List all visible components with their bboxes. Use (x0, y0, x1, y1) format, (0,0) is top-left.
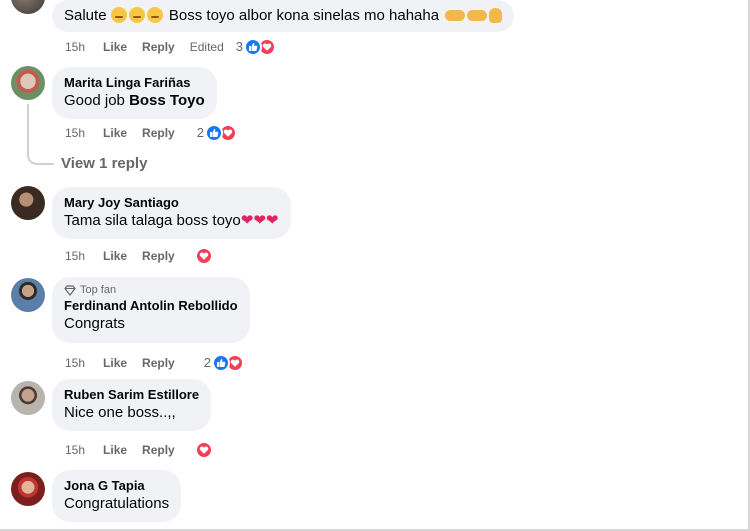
comment-actions: 15h Like Reply Edited 3 (65, 38, 276, 56)
top-fan-badge: Top fan (64, 283, 238, 297)
like-button[interactable]: Like (103, 355, 127, 371)
timestamp[interactable]: 15h (65, 442, 85, 458)
reaction-count: 2 (203, 355, 211, 370)
comment-bubble: Mary Joy Santiago Tama sila talaga boss … (52, 187, 291, 239)
timestamp[interactable]: 15h (65, 355, 85, 371)
comment-actions: 15h Like Reply 2 (65, 124, 237, 142)
timestamp[interactable]: 15h (65, 125, 85, 141)
reaction-count: 3 (235, 39, 243, 54)
avatar[interactable] (11, 278, 45, 312)
avatar[interactable] (11, 186, 45, 220)
comment-bubble: Ruben Sarim Estillore Nice one boss..,, (52, 379, 212, 431)
comment-text: Congratulations (64, 495, 170, 512)
like-reaction-icon (244, 38, 262, 56)
like-reaction-icon (211, 354, 230, 372)
comment-bubble: Salute Boss toyo albor kona sinelas mo h… (52, 0, 515, 32)
comment-author[interactable]: Marita Linga Fariñas (64, 74, 205, 91)
like-reaction-icon (204, 124, 223, 142)
salute-emoji-icon (110, 7, 127, 23)
comment-author[interactable]: Ruben Sarim Estillore (64, 386, 199, 403)
avatar[interactable] (11, 66, 45, 100)
thread-line (27, 138, 54, 165)
comment-bubble: Jona G Tapia Congratulations (52, 470, 182, 522)
comment-author[interactable]: Ferdinand Antolin Rebollido (64, 297, 238, 314)
pointing-hand-emoji-icon (445, 10, 466, 21)
red-heart-emoji-icon: ❤ (253, 212, 266, 229)
timestamp[interactable]: 15h (65, 248, 85, 264)
avatar[interactable] (11, 0, 45, 14)
mention-link[interactable]: Boss Toyo (129, 92, 205, 109)
diamond-icon (64, 284, 76, 296)
comment-text: Tama sila talaga boss toyo❤❤❤ (64, 212, 279, 229)
reply-button[interactable]: Reply (142, 39, 175, 55)
comment-author[interactable]: Jona G Tapia (64, 477, 169, 494)
ok-hand-emoji-icon (489, 8, 503, 23)
comment-text: Salute Boss toyo albor kona sinelas mo h… (64, 6, 503, 26)
view-replies-link[interactable]: View 1 reply (61, 155, 147, 172)
timestamp[interactable]: 15h (65, 39, 85, 55)
comment-text: Nice one boss..,, (64, 404, 176, 421)
reaction-summary[interactable]: 2 (197, 124, 237, 142)
reaction-summary[interactable]: 2 (204, 354, 244, 372)
reaction-count: 2 (196, 125, 204, 140)
comment-bubble: Top fan Ferdinand Antolin Rebollido Cong… (52, 277, 250, 343)
avatar[interactable] (11, 381, 45, 415)
reaction-summary[interactable]: 3 (236, 38, 276, 56)
reply-button[interactable]: Reply (142, 125, 175, 141)
comment-text: Good job Boss Toyo (64, 92, 205, 109)
red-heart-emoji-icon: ❤ (240, 212, 254, 229)
salute-emoji-icon (146, 7, 163, 23)
like-button[interactable]: Like (103, 125, 127, 141)
red-heart-emoji-icon: ❤ (265, 212, 279, 229)
comment-author[interactable]: Mary Joy Santiago (64, 194, 279, 211)
like-button[interactable]: Like (103, 39, 127, 55)
reply-button[interactable]: Reply (142, 442, 175, 458)
comment-actions: 15h Like Reply (65, 247, 213, 265)
avatar[interactable] (11, 472, 45, 506)
comment-text: Congrats (64, 315, 125, 332)
salute-emoji-icon (128, 7, 145, 23)
pointing-hand-emoji-icon (467, 10, 488, 21)
comment-actions: 15h Like Reply 2 (65, 354, 244, 372)
reply-button[interactable]: Reply (142, 248, 175, 264)
comment-bubble: Marita Linga Fariñas Good job Boss Toyo (52, 67, 217, 119)
love-reaction-icon[interactable] (194, 441, 213, 459)
love-reaction-icon[interactable] (194, 247, 213, 265)
comment-actions: 15h Like Reply (65, 441, 213, 459)
thread-line (27, 104, 29, 140)
like-button[interactable]: Like (103, 248, 127, 264)
reply-button[interactable]: Reply (142, 355, 175, 371)
edited-label: Edited (189, 40, 224, 54)
like-button[interactable]: Like (103, 442, 127, 458)
